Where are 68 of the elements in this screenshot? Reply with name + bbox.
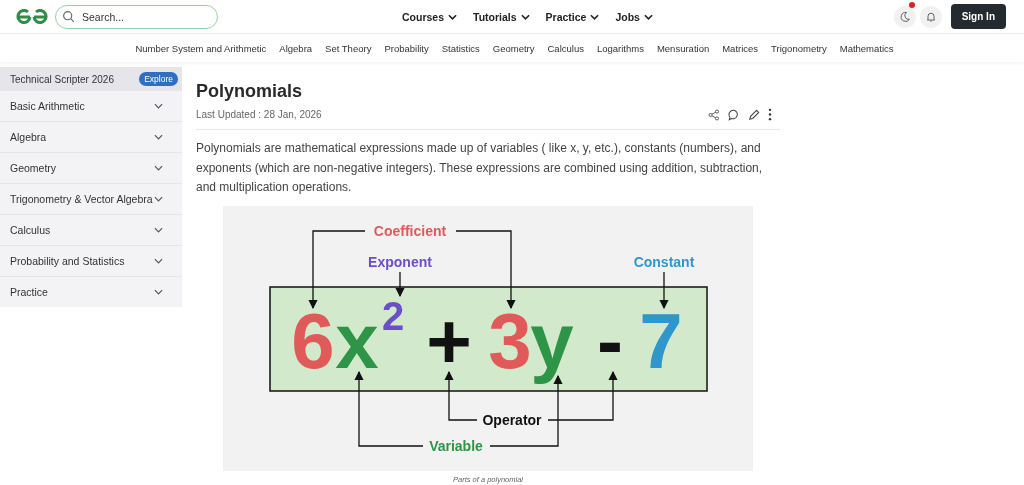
topic-link[interactable]: Mathematics [839,42,894,54]
topic-link[interactable]: Geometry [492,42,535,54]
topic-link[interactable]: Calculus [547,42,584,54]
chevron-down-icon [448,13,457,20]
nav-menu[interactable]: Tutorials [473,10,530,23]
topic-link[interactable]: Algebra [279,42,313,54]
sidebar-item[interactable]: Geometry [0,153,182,184]
sidebar-item[interactable]: Algebra [0,122,182,153]
expression-term: x [335,296,379,385]
chevron-down-icon [590,13,600,20]
leader-line [444,370,478,421]
exponent-term: 2 [381,293,405,338]
diagram-label: Variable [429,437,483,454]
notifications-button[interactable] [919,5,942,28]
chevron-down-icon [520,13,530,20]
sidebar-item[interactable]: Probability and Statistics [0,246,182,277]
search-icon [62,9,75,23]
chevron-down-icon [154,258,163,264]
leader-line [395,270,405,297]
theme-toggle-button[interactable] [893,5,916,28]
chevron-down-icon [154,103,163,109]
expression-term: + [426,296,472,385]
chevron-down-icon [154,227,163,233]
topic-link[interactable]: Mensuration [656,42,710,54]
expression-term: 3 [488,296,532,385]
promo-label: Technical Scripter 2026 [10,73,114,85]
nav-menu[interactable]: Practice [545,10,600,23]
chevron-down-icon [154,196,163,202]
topic-link[interactable]: Logarithms [596,42,644,54]
leader-line [659,270,669,309]
pencil-icon[interactable] [748,108,760,121]
sidebar-item[interactable]: Basic Arithmetic [0,91,182,122]
sidebar-item[interactable]: Practice [0,277,182,307]
expression-term: 6 [291,296,335,385]
comment-icon[interactable] [728,108,740,121]
topic-link[interactable]: Probability [384,42,429,54]
article-title: Polynomials [196,81,304,102]
more-icon[interactable] [768,108,772,121]
expression-term: 7 [639,296,683,385]
chevron-down-icon [154,134,163,140]
sidebar-promo[interactable]: Technical Scripter 2026 Explore [0,67,182,91]
last-updated: Last Updated : 28 Jan, 2026 [196,109,322,120]
sign-in-button[interactable]: Sign In [950,4,1006,29]
sidebar-item[interactable]: Calculus [0,215,182,246]
nav-menu[interactable]: Jobs [615,10,653,23]
diagram-label: Exponent [368,253,432,270]
share-icon[interactable] [708,108,720,121]
topic-link[interactable]: Matrices [722,42,759,54]
topic-link[interactable]: Set Theory [325,42,372,54]
topic-link[interactable]: Statistics [441,42,480,54]
bell-icon [924,10,937,23]
logo-icon[interactable] [15,8,49,25]
chevron-down-icon [154,165,163,171]
moon-icon [898,10,911,23]
sidebar-item[interactable]: Trigonometry & Vector Algebra [0,184,182,215]
nav-menu[interactable]: Courses [402,10,457,23]
diagram-label: Constant [633,253,695,270]
diagram-label: Operator [482,411,542,428]
chevron-down-icon [643,13,653,20]
topic-link[interactable]: Trigonometry [771,42,827,54]
expression-term: y [530,296,574,385]
intro-paragraph: Polynomials are mathematical expressions made up of variables ( like x, y, etc.), constants (numbers), and exponents (which are non-negative integers). These expressions are combined using addition, subtraction, and multiplication operations. [196,140,764,196]
search-field[interactable]: Search... [55,4,218,29]
expression-term: - [597,296,623,385]
topic-link[interactable]: Number System and Arithmetic [135,42,267,54]
diagram-label: Coefficient [373,222,447,239]
explore-badge[interactable]: Explore [139,72,178,86]
chevron-down-icon [154,289,163,295]
